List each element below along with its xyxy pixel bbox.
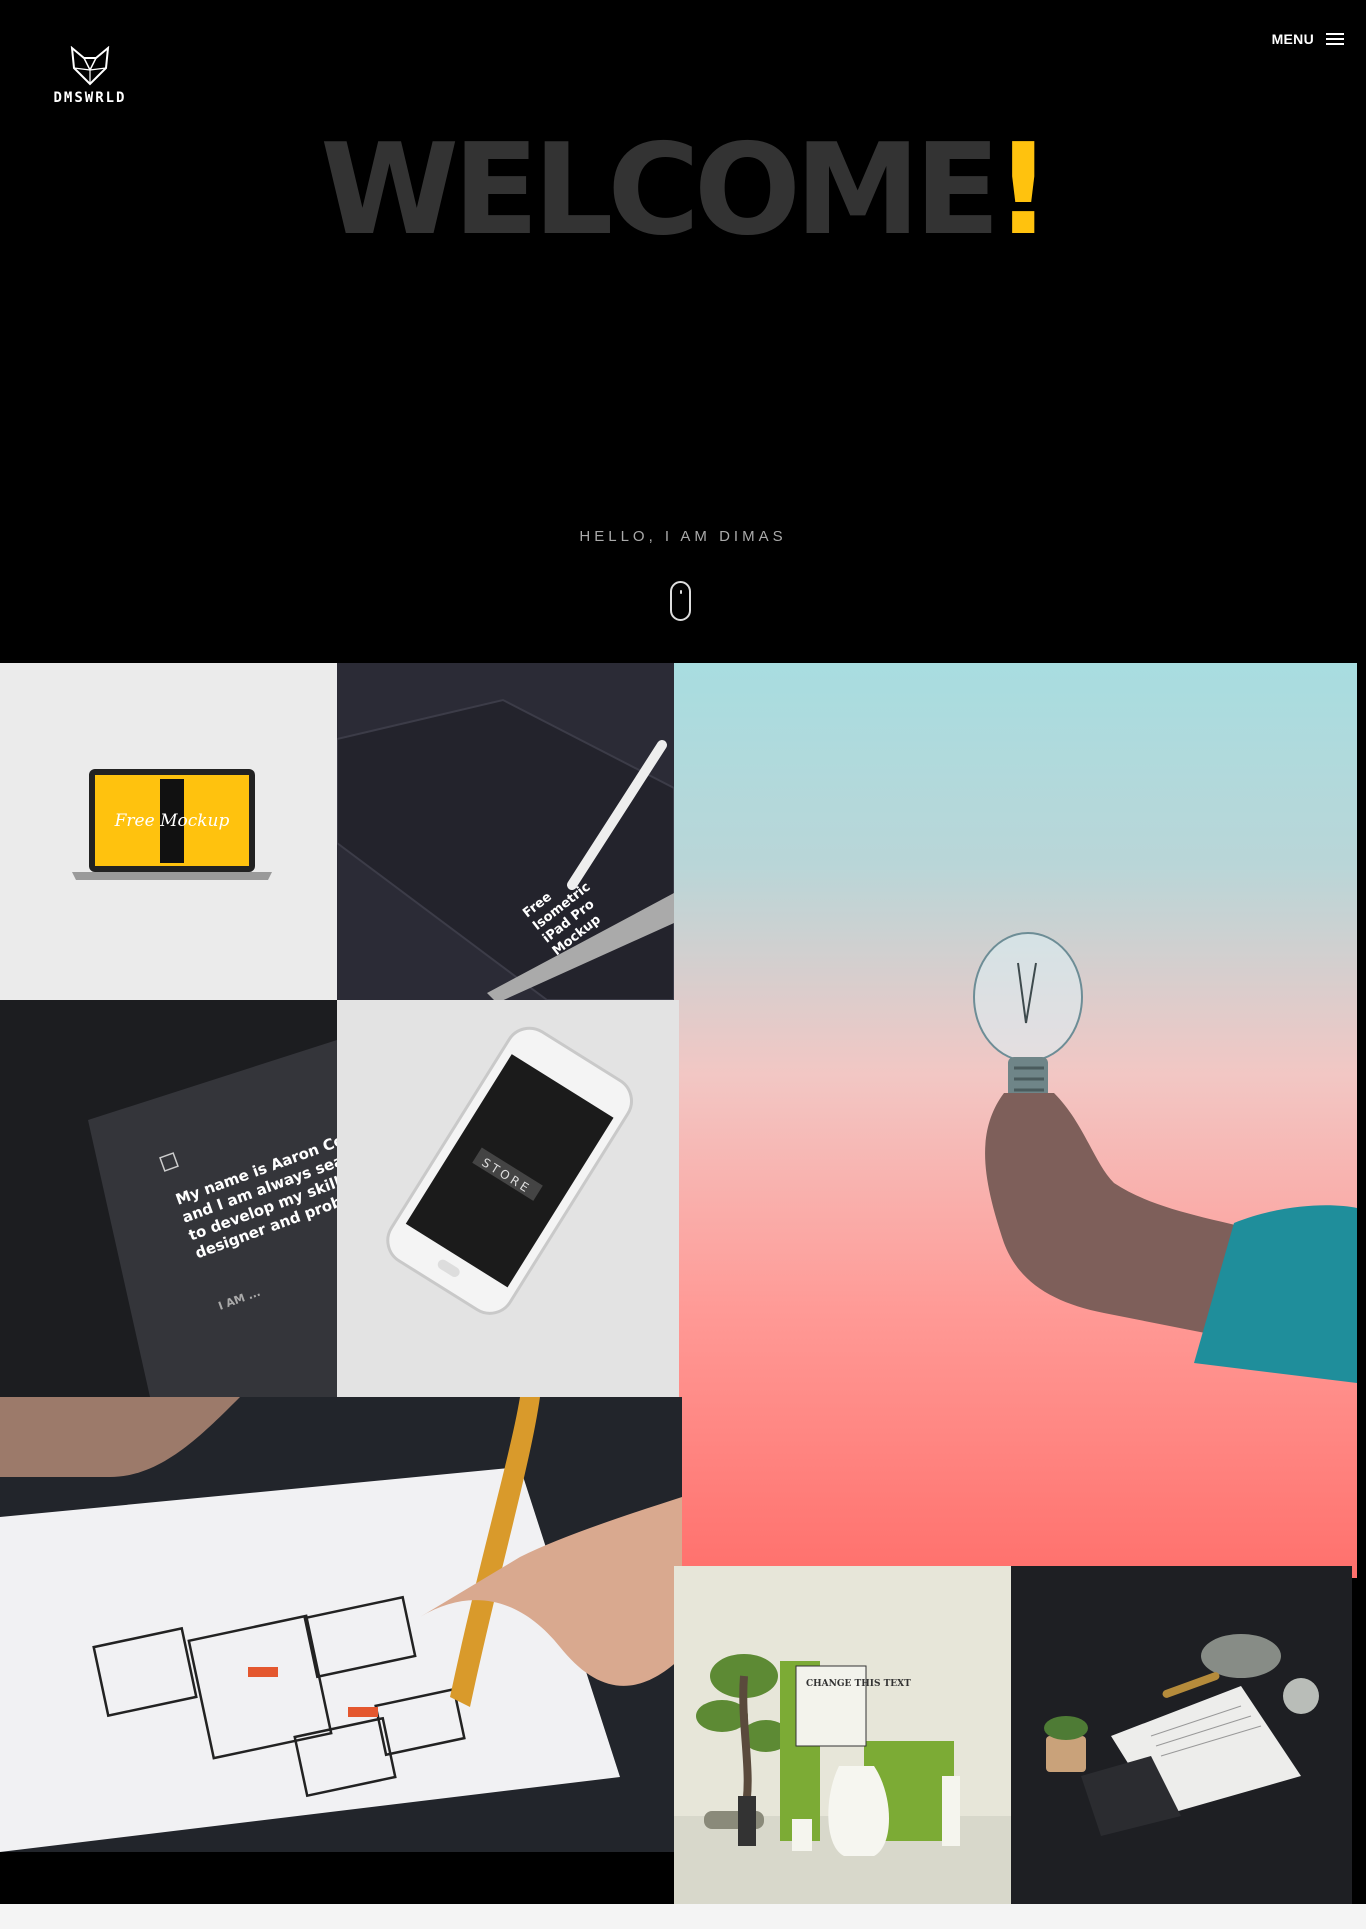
business-card-image: My name is Aaron Covre and I am always s…: [88, 1040, 337, 1397]
laptop-mockup-image: Free Mockup: [72, 769, 272, 880]
hero-subtitle: HELLO, I AM DIMAS: [579, 528, 787, 545]
portfolio-item-laptop-mockup[interactable]: Free Mockup: [0, 663, 337, 1000]
hamburger-icon: [1326, 30, 1344, 48]
lightbulb-image: [973, 932, 1357, 1383]
phone-mockup-image: STORE: [386, 1026, 633, 1315]
stationery-text: CHANGE THIS TEXT: [806, 1679, 911, 1689]
menu-label: MENU: [1271, 31, 1314, 47]
portfolio-item-bonsai-stationery[interactable]: CHANGE THIS TEXT: [674, 1566, 1011, 1907]
stationery-image: CHANGE THIS TEXT: [674, 1566, 1011, 1907]
logo-text: DMSWRLD: [53, 90, 127, 106]
portfolio-item-dark-stationery[interactable]: [1011, 1566, 1352, 1907]
portfolio-item-business-card[interactable]: My name is Aaron Covre and I am always s…: [0, 1000, 337, 1397]
footer-strip: [0, 1904, 1366, 1929]
portfolio-item-ipad-mockup[interactable]: Free Isometric iPad Pro Mockup: [337, 663, 674, 1000]
scroll-mouse-icon[interactable]: [670, 581, 691, 621]
hero-title-accent: !: [994, 116, 1052, 263]
fox-logo-icon: [70, 46, 110, 86]
menu-button[interactable]: MENU: [1272, 30, 1344, 48]
portfolio-item-phone-mockup[interactable]: STORE: [337, 1000, 679, 1397]
portfolio-item-sketch-photo[interactable]: [0, 1397, 682, 1852]
hero-title-text: WELCOME: [320, 116, 1000, 263]
laptop-mockup-text: Free Mockup: [114, 811, 230, 831]
portfolio-item-lightbulb-photo[interactable]: [674, 663, 1357, 1578]
wireframe-sketch-image: [0, 1397, 682, 1852]
site-logo[interactable]: DMSWRLD: [52, 46, 128, 106]
ipad-mockup-image: Free Isometric iPad Pro Mockup: [337, 663, 674, 1000]
dark-stationery-image: [1011, 1566, 1352, 1907]
hero-title: WELCOME!: [0, 120, 1366, 260]
